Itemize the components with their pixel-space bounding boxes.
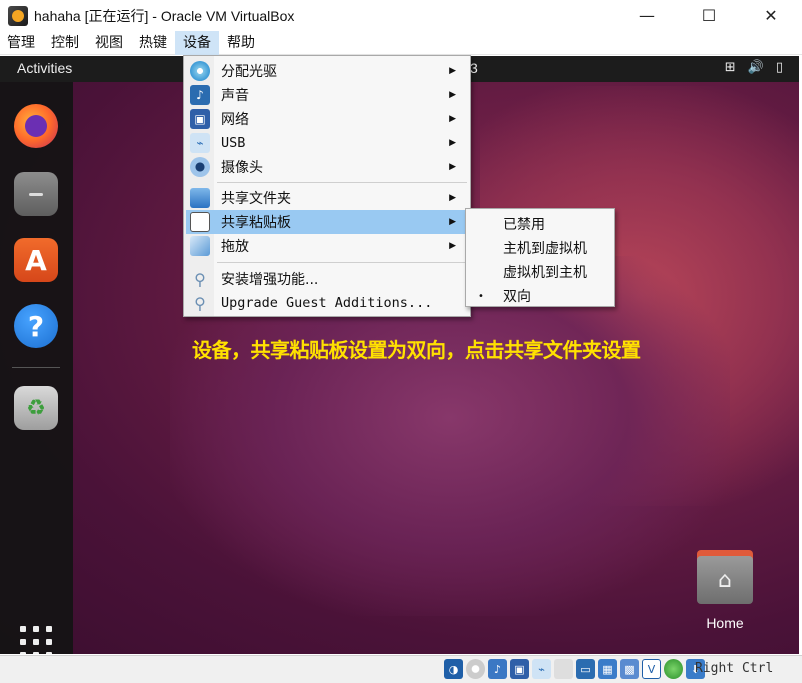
devices-menu: 分配光驱 ▶ ♪ 声音 ▶ ▣ 网络 ▶ ⌁ USB ▶ 摄像头 ▶ 共享文件夹… [183,55,471,317]
guest-additions-icon: ⚲ [194,269,206,289]
network-status-icon[interactable]: ▣ [510,659,529,679]
usb-status-icon[interactable]: ⌁ [532,659,551,679]
menu-view[interactable]: 视图 [87,31,131,55]
minimize-button[interactable]: — [616,0,678,31]
battery-icon: ▯ [775,60,783,75]
audio-status-icon[interactable]: ♪ [488,659,507,679]
hard-disk-status-icon[interactable]: ◑ [444,659,463,679]
menu-item-audio[interactable]: ♪ 声音 ▶ [186,83,468,107]
network-icon: ▣ [190,109,210,129]
window-controls: — ☐ ✕ [616,0,802,31]
maximize-button[interactable]: ☐ [678,0,740,31]
usb-icon: ⌁ [190,133,210,153]
show-applications-icon[interactable] [20,626,52,654]
menu-item-drag-drop[interactable]: 拖放 ▶ [186,234,468,258]
volume-icon: 🔊 [747,60,764,75]
window-title: hahaha [正在运行] - Oracle VM VirtualBox [34,7,295,24]
system-tray[interactable]: ⊞ 🔊 ▯ [725,60,783,75]
clipboard-option-guest-to-host[interactable]: 虚拟机到主机 [468,260,612,284]
menu-item-upgrade-guest-additions[interactable]: ⚲ Upgrade Guest Additions... [186,291,468,315]
menu-item-usb[interactable]: ⌁ USB ▶ [186,131,468,155]
mouse-integration-status-icon[interactable] [664,659,683,679]
optical-drive-status-icon[interactable] [466,659,485,679]
upgrade-additions-icon: ⚲ [194,293,206,313]
submenu-arrow-icon: ▶ [449,66,456,76]
submenu-arrow-icon: ▶ [449,193,456,203]
submenu-arrow-icon: ▶ [449,138,456,148]
menu-help[interactable]: 帮助 [219,31,263,55]
virtualbox-app-icon [8,5,28,26]
menu-bar: 管理 控制 视图 热键 设备 帮助 [0,30,802,55]
menu-item-shared-folders[interactable]: 共享文件夹 ▶ [186,186,468,210]
submenu-arrow-icon: ▶ [449,162,456,172]
menu-item-shared-clipboard[interactable]: 共享粘贴板 ▶ [186,210,468,234]
shared-clipboard-submenu: 已禁用 主机到虚拟机 虚拟机到主机 • 双向 [465,208,615,307]
menu-hotkeys[interactable]: 热键 [131,31,175,55]
clipboard-option-disabled[interactable]: 已禁用 [468,212,612,236]
home-folder-label: Home [706,615,744,631]
trash-icon[interactable]: ♻ [14,386,58,430]
title-bar: hahaha [正在运行] - Oracle VM VirtualBox — ☐… [0,0,802,31]
clipboard-option-bidirectional[interactable]: • 双向 [468,284,612,308]
submenu-arrow-icon: ▶ [449,241,456,251]
close-button[interactable]: ✕ [740,0,802,31]
menu-item-webcam[interactable]: 摄像头 ▶ [186,155,468,179]
shared-folder-icon [190,188,210,208]
menu-manage[interactable]: 管理 [0,31,43,55]
optical-disc-icon [190,61,210,81]
instruction-annotation: 设备，共享粘贴板设置为双向，点击共享文件夹设置 [192,338,641,362]
menu-devices[interactable]: 设备 [175,30,219,55]
help-icon[interactable]: ? [14,304,58,348]
home-folder-icon[interactable]: ⌂ [697,550,753,604]
menu-separator [217,262,467,263]
menu-item-network[interactable]: ▣ 网络 ▶ [186,107,468,131]
menu-separator [217,182,467,183]
cpu-status-icon[interactable]: ▩ [620,659,639,679]
selected-bullet-icon: • [478,290,484,302]
menu-item-optical-drives[interactable]: 分配光驱 ▶ [186,59,468,83]
menu-control[interactable]: 控制 [43,31,87,55]
audio-icon: ♪ [190,85,210,105]
submenu-arrow-icon: ▶ [449,90,456,100]
submenu-arrow-icon: ▶ [449,114,456,124]
webcam-icon [190,157,210,177]
status-bar: ◑ ♪ ▣ ⌁ ▭ ▦ ▩ V ⬇ Right Ctrl [0,655,802,683]
clock[interactable]: 3 [470,60,478,76]
drag-drop-icon [190,236,210,256]
virtualization-status-icon[interactable]: V [642,659,661,679]
firefox-icon[interactable] [14,104,58,148]
submenu-arrow-icon: ▶ [449,217,456,227]
shared-folders-status-icon[interactable] [554,659,573,679]
clipboard-option-host-to-guest[interactable]: 主机到虚拟机 [468,236,612,260]
recording-status-icon[interactable]: ▦ [598,659,617,679]
menu-item-install-guest-additions[interactable]: ⚲ 安装增强功能... [186,267,468,291]
activities-button[interactable]: Activities [17,60,72,76]
display-status-icon[interactable]: ▭ [576,659,595,679]
clipboard-icon [190,212,210,232]
ubuntu-dock: A ? ♻ [0,82,73,654]
status-indicators: ◑ ♪ ▣ ⌁ ▭ ▦ ▩ V ⬇ [444,659,705,679]
files-icon[interactable] [14,172,58,216]
software-center-icon[interactable]: A [14,238,58,282]
host-key-label: Right Ctrl [695,661,774,676]
network-status-icon: ⊞ [724,60,736,75]
dock-separator [12,367,60,368]
